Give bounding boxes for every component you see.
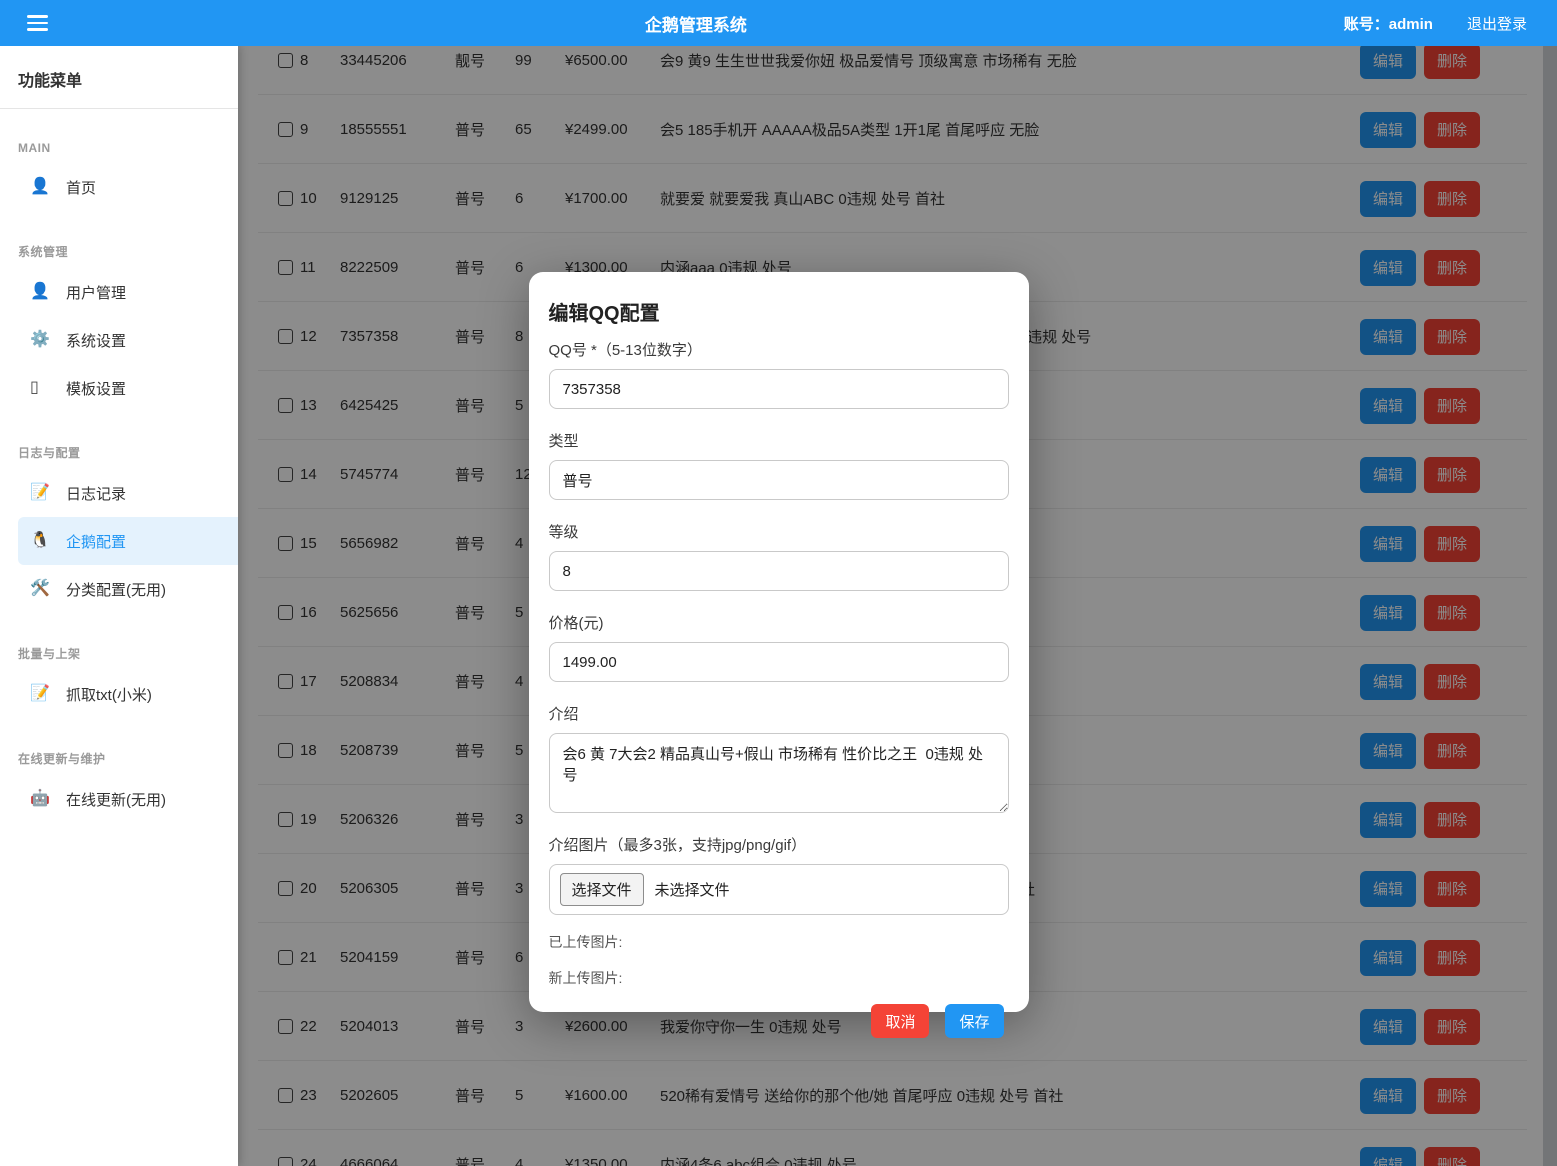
price-field[interactable] <box>549 642 1009 682</box>
tools-icon: 🛠️ <box>30 581 52 597</box>
level-field[interactable] <box>549 551 1009 591</box>
price-label: 价格(元) <box>549 612 1009 633</box>
qq-number-field[interactable] <box>549 369 1009 409</box>
robot-icon: 🤖 <box>30 791 52 807</box>
sidebar-item-label: 企鹅配置 <box>66 531 126 552</box>
sidebar-item-label: 分类配置(无用) <box>66 579 166 600</box>
sidebar-item[interactable]: ⚙️ 系统设置 <box>0 316 238 364</box>
penguin-icon: 🐧 <box>30 533 52 549</box>
sidebar-item-label: 系统设置 <box>66 330 126 351</box>
sidebar-item[interactable]: 👤 用户管理 <box>0 268 238 316</box>
gear-icon: ⚙️ <box>30 332 52 348</box>
type-label: 类型 <box>549 430 1009 451</box>
sidebar-item[interactable]: 📝 抓取txt(小米) <box>0 670 238 718</box>
user-icon: 👤 <box>30 284 52 300</box>
file-input[interactable]: 选择文件 未选择文件 <box>549 864 1009 915</box>
sidebar-item-label: 抓取txt(小米) <box>66 684 152 705</box>
cancel-button[interactable]: 取消 <box>871 1004 929 1038</box>
qq-number-label: QQ号 *（5-13位数字） <box>549 339 1009 360</box>
sidebar-item[interactable]: 🤖 在线更新(无用) <box>0 775 238 823</box>
top-bar: 企鹅管理系统 账号：admin 退出登录 <box>0 0 1557 46</box>
sidebar-section-label: 在线更新与维护 <box>0 750 238 767</box>
sidebar-item[interactable]: 🛠️ 分类配置(无用) <box>0 565 238 613</box>
uploaded-images-label: 已上传图片: <box>549 932 1009 952</box>
modal-actions: 取消 保存 <box>549 1004 1009 1038</box>
sidebar-item-label: 在线更新(无用) <box>66 789 166 810</box>
type-field[interactable] <box>549 460 1009 500</box>
app-title: 企鹅管理系统 <box>48 11 1344 36</box>
memo-icon: 📝 <box>30 485 52 501</box>
account-label: 账号：admin <box>1344 13 1433 34</box>
logout-button[interactable]: 退出登录 <box>1467 13 1527 34</box>
hamburger-menu-icon[interactable] <box>27 11 48 35</box>
sidebar-section-label: 日志与配置 <box>0 444 238 461</box>
intro-field[interactable]: 会6 黄 7大会2 精品真山号+假山 市场稀有 性价比之王 0违规 处号 <box>549 733 1009 813</box>
images-label: 介绍图片（最多3张，支持jpg/png/gif） <box>549 834 1009 855</box>
sidebar: 功能菜单 MAIN 👤 首页 系统管理 👤 用户管理 ⚙️ 系统设置 ▯ 模板设… <box>0 46 238 1166</box>
scrollbar[interactable] <box>1543 46 1557 1166</box>
sidebar-item-label: 模板设置 <box>66 378 126 399</box>
modal-title: 编辑QQ配置 <box>549 297 1009 326</box>
template-icon: ▯ <box>30 380 52 396</box>
divider <box>0 108 238 109</box>
level-label: 等级 <box>549 521 1009 542</box>
topbar-right: 账号：admin 退出登录 <box>1344 13 1527 34</box>
sidebar-item-label: 用户管理 <box>66 282 126 303</box>
memo-icon: 📝 <box>30 686 52 702</box>
sidebar-item-label: 首页 <box>66 177 96 198</box>
sidebar-section-label: 批量与上架 <box>0 645 238 662</box>
sidebar-section-label: MAIN <box>0 141 238 155</box>
sidebar-nav: MAIN 👤 首页 系统管理 👤 用户管理 ⚙️ 系统设置 ▯ 模板设置 日志与… <box>0 141 238 823</box>
no-file-text: 未选择文件 <box>655 879 730 900</box>
sidebar-title: 功能菜单 <box>0 46 238 108</box>
sidebar-item-label: 日志记录 <box>66 483 126 504</box>
sidebar-item[interactable]: 👤 首页 <box>0 163 238 211</box>
sidebar-item[interactable]: 📝 日志记录 <box>0 469 238 517</box>
save-button[interactable]: 保存 <box>945 1004 1003 1038</box>
home-icon: 👤 <box>30 179 52 195</box>
new-upload-images-label: 新上传图片: <box>549 968 1009 988</box>
choose-file-button[interactable]: 选择文件 <box>560 873 644 906</box>
sidebar-item[interactable]: ▯ 模板设置 <box>0 364 238 412</box>
sidebar-item[interactable]: 🐧 企鹅配置 <box>18 517 238 565</box>
intro-label: 介绍 <box>549 703 1009 724</box>
edit-qq-modal: 编辑QQ配置 QQ号 *（5-13位数字） 类型 等级 价格(元) 介绍 会6 … <box>529 272 1029 1012</box>
sidebar-section-label: 系统管理 <box>0 243 238 260</box>
